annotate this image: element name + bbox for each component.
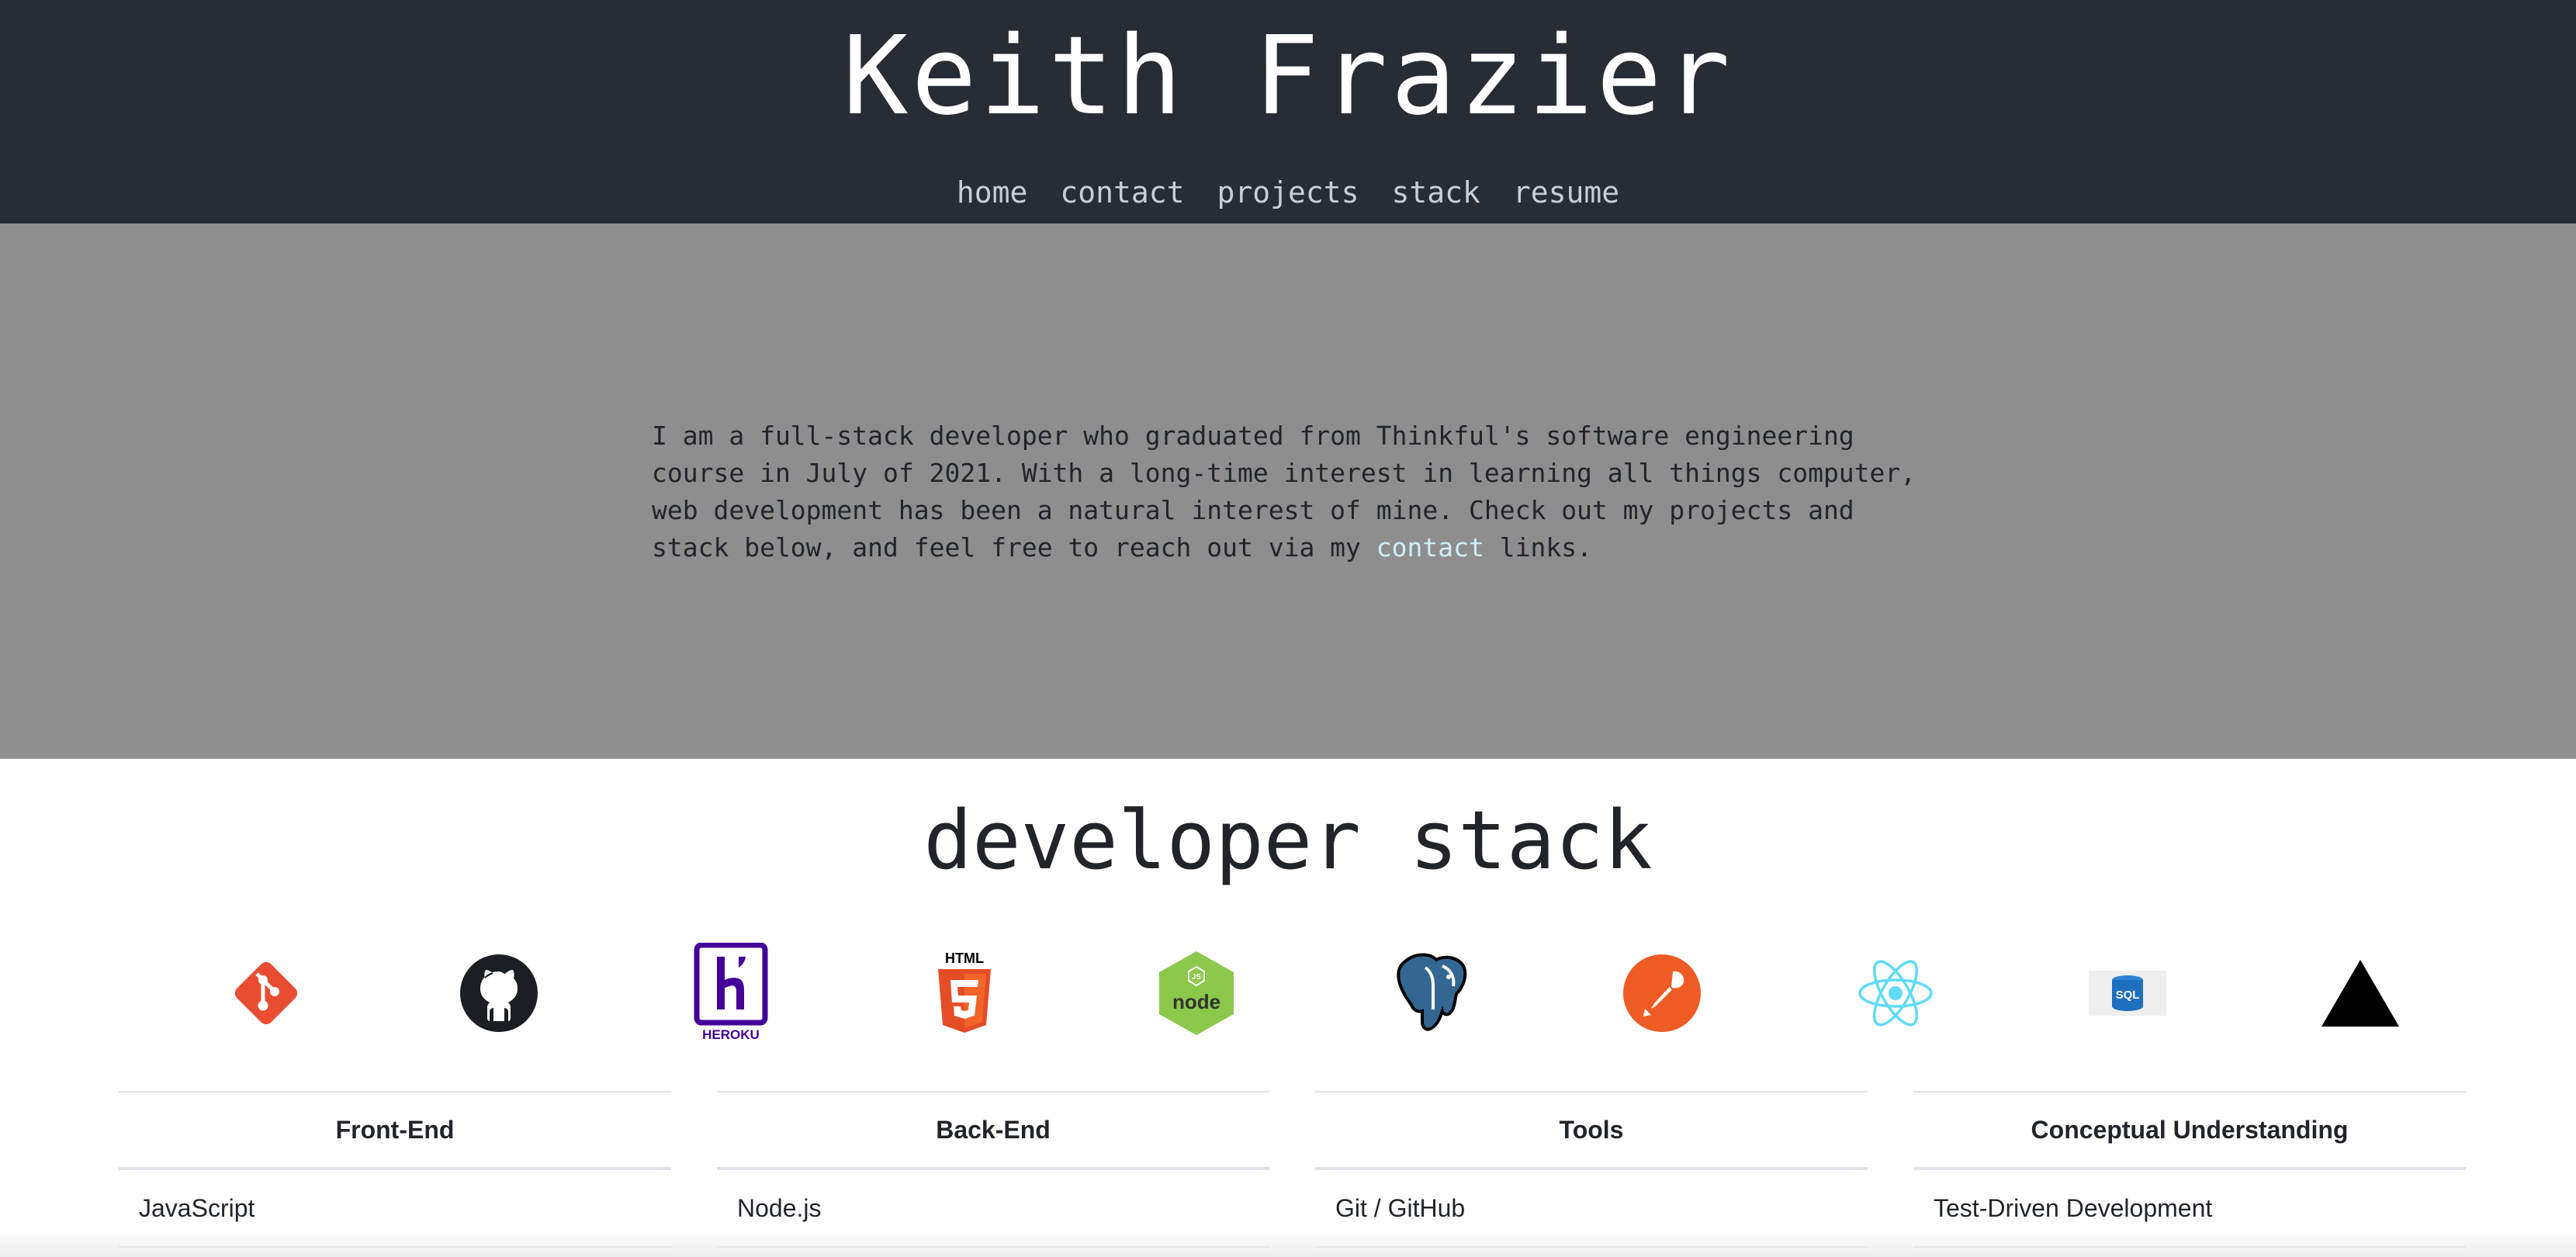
nav-projects-link[interactable]: projects <box>1217 171 1359 214</box>
postman-icon <box>1608 931 1716 1055</box>
stack-icons-row: HEROKU HTML JS node SQL <box>0 931 2576 1055</box>
table-row: Git / GitHub <box>1315 1170 1868 1248</box>
tools-header: Tools <box>1315 1091 1868 1170</box>
nav-home-link[interactable]: home <box>957 171 1028 214</box>
front-end-table: Front-End JavaScript <box>119 1091 671 1248</box>
site-title: Keith Frazier <box>843 13 1733 140</box>
nodejs-icon-label: node <box>1172 990 1220 1013</box>
intro-section: I am a full-stack developer who graduate… <box>0 223 2576 759</box>
sql-icon: SQL <box>2073 931 2182 1055</box>
html5-icon-label: HTML <box>945 951 984 966</box>
back-end-header: Back-End <box>717 1091 1269 1170</box>
intro-paragraph: I am a full-stack developer who graduate… <box>652 417 1940 566</box>
tools-table: Tools Git / GitHub <box>1315 1091 1868 1248</box>
git-icon <box>212 931 320 1055</box>
postgresql-icon <box>1376 931 1484 1055</box>
table-row: Test-Driven Development <box>1913 1170 2466 1248</box>
conceptual-table: Conceptual Understanding Test-Driven Dev… <box>1913 1091 2466 1248</box>
table-row: JavaScript <box>119 1170 671 1248</box>
heroku-icon: HEROKU <box>677 931 785 1055</box>
heroku-icon-label: HEROKU <box>702 1027 760 1042</box>
svg-text:JS: JS <box>1192 973 1202 982</box>
nav-stack-link[interactable]: stack <box>1392 171 1480 214</box>
nav-resume-link[interactable]: resume <box>1513 171 1619 214</box>
nodejs-icon: JS node <box>1142 931 1251 1055</box>
react-icon <box>1841 931 1950 1055</box>
back-end-table: Back-End Node.js <box>717 1091 1269 1248</box>
nav-contact-link[interactable]: contact <box>1060 171 1184 214</box>
conceptual-header: Conceptual Understanding <box>1913 1091 2466 1170</box>
intro-contact-link[interactable]: contact <box>1376 532 1484 563</box>
table-row: Node.js <box>717 1170 1269 1248</box>
stack-heading: developer stack <box>923 793 1653 888</box>
intro-text-start: I am a full-stack developer who graduate… <box>652 421 1916 563</box>
site-header: Keith Frazier home contact projects stac… <box>0 0 2576 223</box>
github-icon <box>445 931 553 1055</box>
intro-text-end: links. <box>1484 532 1592 563</box>
main-nav: home contact projects stack resume <box>0 171 2576 214</box>
front-end-header: Front-End <box>119 1091 671 1170</box>
html5-icon: HTML <box>910 931 1019 1055</box>
sql-icon-label: SQL <box>2116 989 2140 1002</box>
vercel-icon <box>2306 931 2415 1055</box>
